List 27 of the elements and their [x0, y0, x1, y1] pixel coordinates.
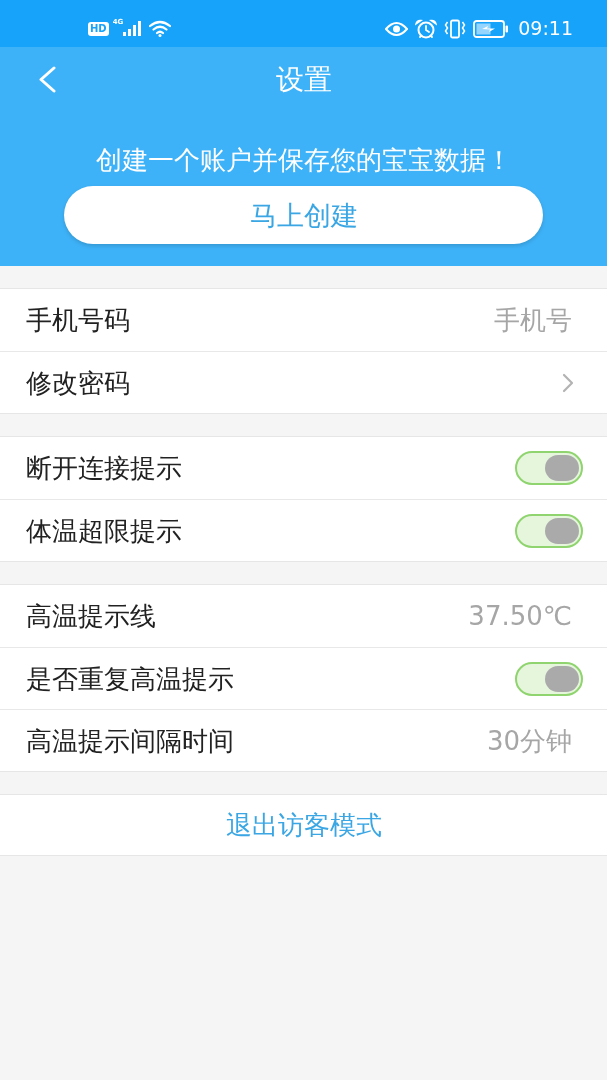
setting-label: 高温提示线 — [26, 603, 156, 629]
alarm-clock-icon — [415, 18, 438, 39]
wifi-icon — [149, 20, 172, 37]
setting-label: 体温超限提示 — [26, 517, 182, 544]
back-icon[interactable] — [37, 66, 57, 93]
setting-label: 手机号码 — [26, 307, 130, 333]
vibrate-icon — [444, 18, 467, 39]
time-label: 09:11 — [518, 19, 573, 38]
setting-value: 手机号 — [494, 307, 572, 333]
page-title: 设置 — [275, 66, 332, 94]
battery-charging-icon — [473, 19, 510, 38]
setting-label: 高温提示间隔时间 — [26, 727, 234, 754]
toggle-switch[interactable] — [515, 513, 583, 548]
chevron-right-icon — [562, 372, 574, 393]
prompt-text: 创建一个账户并保存您的宝宝数据！ — [95, 144, 512, 177]
exit-guest-mode-button[interactable]: 退出访客模式 — [0, 794, 607, 856]
setting-value: 30分钟 — [486, 727, 572, 754]
setting-value: 37.50℃ — [468, 603, 572, 629]
hd-badge: HD — [88, 21, 109, 36]
create-account-button[interactable]: 马上创建 — [64, 186, 543, 244]
toggle-switch[interactable] — [515, 451, 583, 485]
toggle-switch[interactable] — [515, 661, 583, 696]
setting-label: 断开连接提示 — [26, 455, 182, 481]
eye-icon — [385, 21, 409, 36]
setting-label: 修改密码 — [26, 369, 130, 396]
setting-label: 是否重复高温提示 — [26, 665, 234, 692]
signal-icon — [123, 21, 142, 36]
